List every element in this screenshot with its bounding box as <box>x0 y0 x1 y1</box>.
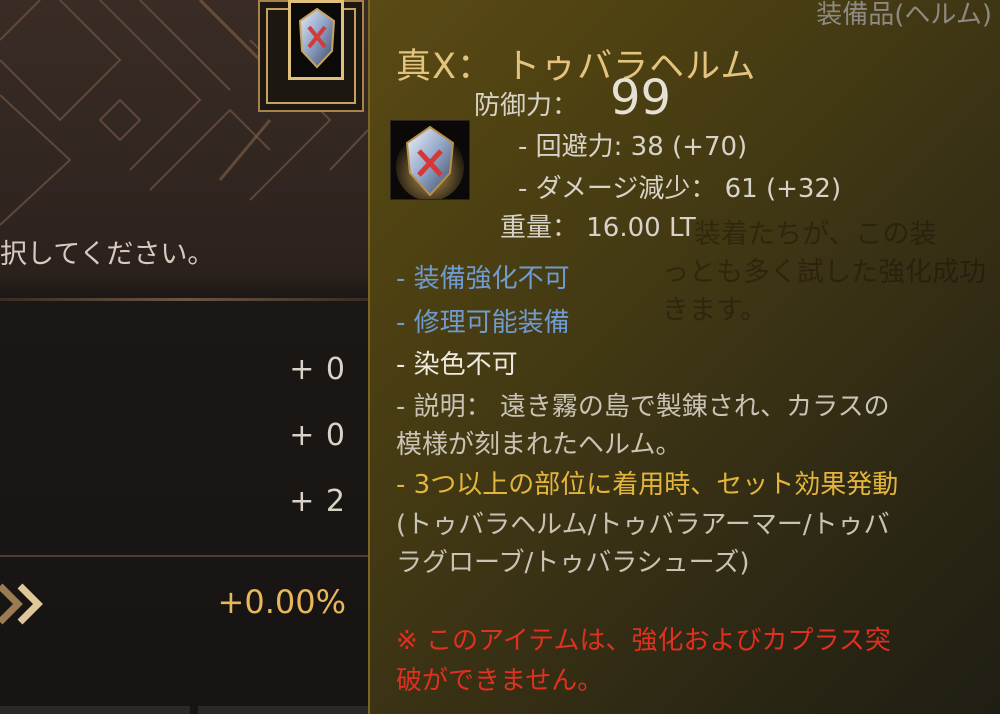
success-rate-value: +0.00% <box>217 583 346 621</box>
set-effect-line: - 3つ以上の部位に着用時、セット効果発動 <box>396 470 899 500</box>
double-chevron-right-icon <box>0 582 56 630</box>
background-text: きます。 <box>662 295 768 326</box>
background-text: 装着たちが、この装 <box>694 219 937 250</box>
set-items-line: (トゥバラヘルム/トゥバラアーマー/トゥバ <box>396 510 890 540</box>
bottom-button[interactable] <box>0 706 190 714</box>
warning-line: ※ このアイテムは、強化およびカプラス突 <box>396 626 891 656</box>
instruction-text: 択してください。 <box>0 239 215 270</box>
helmet-icon <box>390 120 470 201</box>
damage-reduction-stat: - ダメージ減少： 61 (+32) <box>518 174 842 204</box>
slot-inner <box>288 0 344 80</box>
divider <box>0 555 368 557</box>
stat-value-3: + 2 <box>289 484 346 519</box>
stat-value-2: + 0 <box>289 418 346 453</box>
helmet-icon <box>297 7 337 73</box>
divider <box>0 298 368 301</box>
repairable-flag: - 修理可能装備 <box>396 308 570 338</box>
item-category: 装備品(ヘルム) <box>816 0 992 30</box>
bottom-button[interactable] <box>198 706 368 714</box>
item-tooltip: 装着たちが、この装 っとも多く試した強化成功 きます。 装備品(ヘルム) 真X：… <box>368 0 1000 714</box>
item-name: 真X： トゥバラヘルム <box>396 47 757 87</box>
defense-label: 防御力： <box>474 91 579 121</box>
description-line: 模様が刻まれたヘルム。 <box>396 430 682 460</box>
selected-item-slot[interactable] <box>258 0 364 112</box>
background-text: っとも多く試した強化成功 <box>662 257 986 288</box>
evasion-stat: - 回避力: 38 (+70) <box>518 132 748 162</box>
no-dye-flag: - 染色不可 <box>396 350 518 380</box>
no-enhance-flag: - 装備強化不可 <box>396 264 570 294</box>
weight-stat: 重量： 16.00 LT <box>500 213 696 243</box>
warning-line: 破ができません。 <box>396 666 604 696</box>
description-line: - 説明： 遠き霧の島で製錬され、カラスの <box>396 392 890 422</box>
defense-value: 99 <box>610 70 672 126</box>
stat-value-1: + 0 <box>289 352 346 387</box>
set-items-line: ラグローブ/トゥバラシューズ) <box>396 548 750 578</box>
enhancement-panel: 択してください。 + 0 + 0 + 2 +0.00% <box>0 0 368 714</box>
